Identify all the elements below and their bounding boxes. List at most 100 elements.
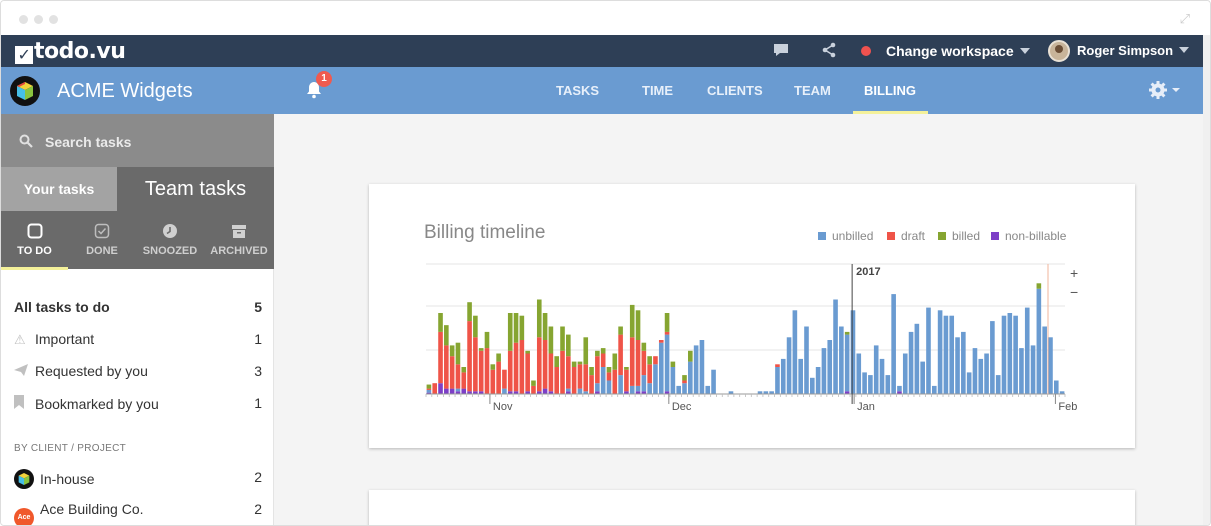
bar-segment[interactable] [914,323,920,394]
bar-segment[interactable] [862,372,867,394]
bar-segment[interactable] [839,326,844,395]
bar-segment[interactable] [513,313,519,343]
bar-segment[interactable] [798,358,803,394]
bar-segment[interactable] [554,356,560,367]
bar-segment[interactable] [856,353,862,395]
bar-segment[interactable] [525,353,530,392]
zoom-in-button[interactable]: + [1070,265,1078,281]
bar-segment[interactable] [1030,345,1036,394]
bar-segment[interactable] [461,388,467,394]
bar-segment[interactable] [502,388,507,394]
bar-segment[interactable] [1007,313,1013,394]
bar-segment[interactable] [449,388,455,394]
bar-segment[interactable] [786,337,792,394]
bar-segment[interactable] [473,315,478,338]
bar-segment[interactable] [873,345,879,394]
bar-segment[interactable] [583,337,589,365]
bar-segment[interactable] [490,364,496,370]
bar-segment[interactable] [502,369,507,389]
bar-segment[interactable] [455,342,461,365]
tab-time[interactable]: TIME [642,83,673,98]
bar-segment[interactable] [629,337,635,386]
bar-segment[interactable] [931,385,937,394]
brand-cube-icon[interactable] [10,76,40,106]
bar-segment[interactable] [821,348,827,394]
bar-segment[interactable] [606,380,612,395]
bar-segment[interactable] [438,383,443,394]
tab-tasks[interactable]: TASKS [556,83,599,98]
bar-segment[interactable] [955,337,960,394]
bar-segment[interactable] [1042,326,1047,395]
bar-segment[interactable] [990,321,995,394]
bar-segment[interactable] [682,380,687,384]
bar-segment[interactable] [449,356,455,389]
bar-segment[interactable] [995,375,1001,394]
bar-segment[interactable] [513,342,519,392]
bar-segment[interactable] [844,334,850,392]
bar-segment[interactable] [467,302,472,322]
bar-segment[interactable] [484,331,490,349]
bar-segment[interactable] [589,367,594,376]
window-close-dot[interactable] [19,15,28,24]
bar-segment[interactable] [879,358,885,394]
window-maximize-dot[interactable] [49,15,58,24]
bar-segment[interactable] [670,361,676,367]
bar-segment[interactable] [531,380,536,386]
bar-segment[interactable] [635,340,641,386]
bar-segment[interactable] [455,364,461,389]
bar-segment[interactable] [1024,307,1030,394]
bar-segment[interactable] [624,369,629,392]
bar-segment[interactable] [600,367,606,394]
bar-segment[interactable] [868,375,873,394]
bar-segment[interactable] [844,331,850,335]
tab-billing[interactable]: BILLING [864,83,916,98]
bar-segment[interactable] [815,367,821,394]
bar-segment[interactable] [641,342,647,351]
bar-segment[interactable] [676,385,681,394]
bar-segment[interactable] [664,331,670,335]
bar-segment[interactable] [943,315,949,394]
bar-segment[interactable] [548,353,554,392]
bar-segment[interactable] [658,340,664,343]
bar-segment[interactable] [531,385,536,394]
bar-segment[interactable] [641,375,647,392]
bar-segment[interactable] [478,350,484,392]
bar-segment[interactable] [635,385,641,392]
bar-segment[interactable] [595,350,600,357]
bar-segment[interactable] [519,315,525,340]
filter-snoozed[interactable]: SNOOZED [136,211,204,269]
zoom-out-button[interactable]: − [1070,284,1078,300]
bar-segment[interactable] [571,367,577,394]
bar-segment[interactable] [525,350,530,354]
bar-segment[interactable] [618,334,623,376]
filter-archived[interactable]: ARCHIVED [204,211,274,269]
bar-segment[interactable] [536,337,542,392]
bar-segment[interactable] [688,361,693,394]
bar-segment[interactable] [432,383,438,394]
bar-segment[interactable] [577,364,583,389]
bar-segment[interactable] [647,383,652,394]
bar-segment[interactable] [560,326,565,351]
share-icon[interactable] [821,42,837,62]
bar-segment[interactable] [1001,315,1007,394]
bar-segment[interactable] [780,358,786,394]
bar-segment[interactable] [444,345,449,389]
bar-segment[interactable] [560,350,565,394]
tab-clients[interactable]: CLIENTS [707,83,763,98]
bar-segment[interactable] [664,313,670,332]
bar-segment[interactable] [688,350,693,362]
bar-segment[interactable] [438,313,443,332]
bar-segment[interactable] [496,361,501,394]
bar-segment[interactable] [629,385,635,394]
search-input[interactable]: Search tasks [1,114,274,167]
bar-segment[interactable] [612,369,618,394]
bar-segment[interactable] [577,388,583,394]
bar-segment[interactable] [484,348,490,394]
bar-segment[interactable] [566,356,571,389]
change-workspace-dropdown[interactable]: Change workspace [886,43,1030,59]
bar-segment[interactable] [885,375,891,394]
bar-segment[interactable] [542,388,548,394]
bar-segment[interactable] [461,367,467,373]
bar-segment[interactable] [711,369,716,394]
bar-segment[interactable] [1053,380,1059,395]
